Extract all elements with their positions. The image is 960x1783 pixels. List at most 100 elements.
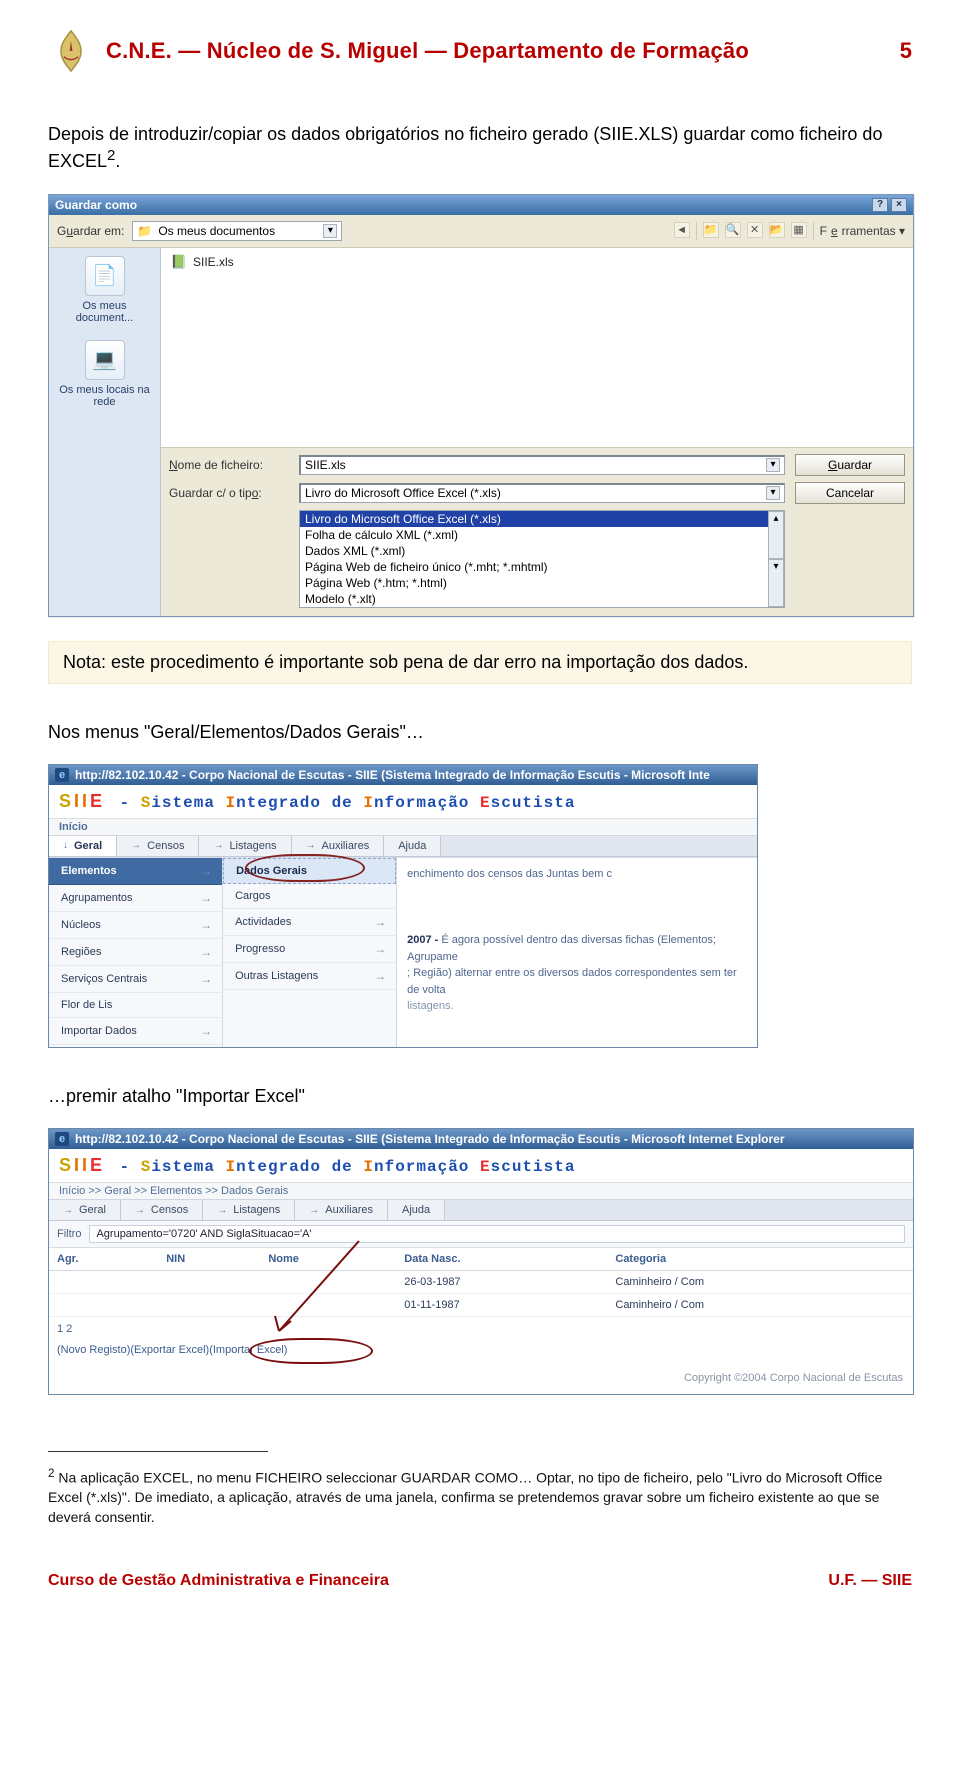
menu-item-importar-dados[interactable]: Importar Dados→ [49,1018,222,1045]
documents-icon [85,256,125,296]
cancel-button[interactable]: Cancelar [795,482,905,504]
file-item-siie-xls[interactable]: 📗 SIIE.xls [171,254,903,270]
views-icon[interactable]: ▦ [791,222,807,238]
submenu-item-outras-listagens[interactable]: Outras Listagens→ [223,963,396,990]
ie-titlebar: e http://82.102.10.42 - Corpo Nacional d… [49,1129,913,1149]
menu-item-elementos[interactable]: Elementos→ [49,858,222,885]
intro-paragraph: Depois de introduzir/copiar os dados obr… [48,122,912,174]
filename-label: Nome de ficheiro: [169,458,289,472]
ie-icon: e [55,768,69,782]
close-button[interactable]: × [891,198,907,212]
siie-breadcrumb[interactable]: Início >> Geral >> Elementos >> Dados Ge… [49,1183,913,1199]
siie-breadcrumb: Início [49,819,757,835]
pager[interactable]: 1 2 [49,1317,913,1341]
menu-geral: Elementos→ Agrupamentos→ Núcleos→ Regiõe… [49,858,223,1047]
filename-input[interactable]: SIIE.xls▾ [299,455,785,475]
save-type-option[interactable]: Dados XML (*.xml) [300,543,768,559]
tab-listagens[interactable]: →Listagens [203,1200,295,1220]
save-in-label: Guardar em: [57,224,124,238]
toolbar-icons: ◄ 📁 🔍 ✕ 📂 ▦ Ferramentas ▾ [674,222,905,240]
save-type-option[interactable]: Modelo (*.xlt) [300,591,768,607]
tools-menu[interactable]: Ferramentas ▾ [820,222,905,240]
ie-titlebar: e http://82.102.10.42 - Corpo Nacional d… [49,765,757,785]
help-button[interactable]: ? [872,198,888,212]
place-network[interactable]: Os meus locais na rede [53,340,156,408]
ie-icon: e [55,1132,69,1146]
save-as-dialog: Guardar como ? × Guardar em: 📁 Os meus d… [48,194,914,617]
excel-file-icon: 📗 [171,254,187,270]
tab-listagens[interactable]: →Listagens [199,836,291,856]
search-icon[interactable]: 🔍 [725,222,741,238]
delete-icon[interactable]: ✕ [747,222,763,238]
save-type-option[interactable]: Livro do Microsoft Office Excel (*.xls) [300,511,768,527]
scout-logo [48,28,94,74]
siie-news-panel: enchimento dos censos das Juntas bem c 2… [397,858,757,1047]
titlebar-buttons: ? × [872,198,907,212]
dialog-toolbar: Guardar em: 📁 Os meus documentos ▾ ◄ 📁 🔍… [49,215,913,248]
chevron-down-icon[interactable]: ▾ [766,458,780,472]
menu-item-servicos[interactable]: Serviços Centrais→ [49,966,222,993]
siie-header: SIIE - Sistema Integrado de Informação E… [49,1149,913,1183]
table-row[interactable]: 01-11-1987Caminheiro / Com [49,1294,913,1317]
save-button[interactable]: Guardar [795,454,905,476]
filter-row: Filtro Agrupamento='0720' AND SiglaSitua… [49,1221,913,1248]
col-data-nasc[interactable]: Data Nasc. [396,1248,607,1271]
tab-ajuda[interactable]: Ajuda [384,836,441,856]
scroll-down-icon[interactable]: ▾ [768,559,784,607]
tab-geral[interactable]: →Geral [49,1200,121,1220]
siie-tabstrip: →Geral →Censos →Listagens →Auxiliares Aj… [49,1199,913,1221]
save-in-dropdown[interactable]: 📁 Os meus documentos ▾ [132,221,342,241]
tab-auxiliares[interactable]: →Auxiliares [292,836,385,856]
new-folder-icon[interactable]: 📂 [769,222,785,238]
page-footer: Curso de Gestão Administrativa e Finance… [48,1572,912,1590]
network-icon [85,340,125,380]
footer-left: Curso de Gestão Administrativa e Finance… [48,1572,389,1590]
folder-icon: 📁 [137,224,152,238]
tab-censos[interactable]: →Censos [117,836,199,856]
table-row[interactable]: 26-03-1987Caminheiro / Com [49,1271,913,1294]
place-my-documents[interactable]: Os meus document... [53,256,156,324]
submenu-elementos: Dados Gerais Cargos Actividades→ Progres… [223,858,397,1047]
siie-tagline: - Sistema Integrado de Informação Escuti… [120,1158,576,1176]
submenu-item-actividades[interactable]: Actividades→ [223,909,396,936]
header-title: C.N.E. — Núcleo de S. Miguel — Departame… [106,38,888,64]
footnote-separator [48,1451,268,1452]
save-type-option[interactable]: Folha de cálculo XML (*.xml) [300,527,768,543]
tab-ajuda[interactable]: Ajuda [388,1200,445,1220]
tab-censos[interactable]: →Censos [121,1200,203,1220]
save-in-value: Os meus documentos [158,224,275,238]
annotation-circle-dados-gerais [245,854,365,882]
submenu-item-cargos[interactable]: Cargos [223,884,396,909]
siie-header: SIIE - Sistema Integrado de Informação E… [49,785,757,819]
save-type-label: Guardar c/ o tipo: [169,486,289,500]
dialog-titlebar[interactable]: Guardar como ? × [49,195,913,215]
back-icon[interactable]: ◄ [674,222,690,238]
chevron-down-icon[interactable]: ▾ [323,224,337,238]
footnote-text: 2 Na aplicação EXCEL, no menu FICHEIRO s… [48,1466,912,1527]
submenu-item-progresso[interactable]: Progresso→ [223,936,396,963]
footer-right: U.F. — SIIE [828,1572,912,1590]
menu-item-nucleos[interactable]: Núcleos→ [49,912,222,939]
up-level-icon[interactable]: 📁 [703,222,719,238]
actions-row: (Novo Registo)(Exportar Excel)(Importar … [49,1341,913,1366]
annotation-arrow-icon [209,1236,389,1346]
save-type-listbox[interactable]: Livro do Microsoft Office Excel (*.xls) … [299,510,785,608]
places-bar: Os meus document... Os meus locais na re… [49,248,161,616]
scroll-up-icon[interactable]: ▴ [768,511,784,559]
para-menus: Nos menus "Geral/Elementos/Dados Gerais"… [48,720,912,744]
menu-item-flor-de-lis[interactable]: Flor de Lis [49,993,222,1018]
col-agr[interactable]: Agr. [49,1248,158,1271]
chevron-down-icon[interactable]: ▾ [766,486,780,500]
file-list[interactable]: 📗 SIIE.xls [161,248,913,448]
tab-geral[interactable]: ↓Geral [49,836,117,856]
menu-item-agrupamentos[interactable]: Agrupamentos→ [49,885,222,912]
siie-tagline: - Sistema Integrado de Informação Escuti… [120,794,576,812]
save-type-option[interactable]: Página Web (*.htm; *.html) [300,575,768,591]
save-type-option[interactable]: Página Web de ficheiro único (*.mht; *.m… [300,559,768,575]
menu-item-regioes[interactable]: Regiões→ [49,939,222,966]
save-type-dropdown[interactable]: Livro do Microsoft Office Excel (*.xls)▾ [299,483,785,503]
col-categoria[interactable]: Categoria [607,1248,913,1271]
note-box: Nota: este procedimento é importante sob… [48,641,912,684]
tab-auxiliares[interactable]: →Auxiliares [295,1200,388,1220]
filter-label: Filtro [57,1228,81,1240]
